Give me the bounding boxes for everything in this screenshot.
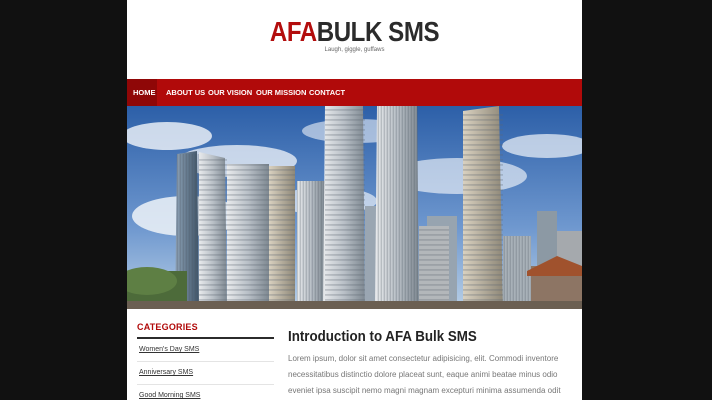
category-label: Anniversary SMS	[139, 369, 194, 376]
main-content: Introduction to AFA Bulk SMS Lorem ipsum…	[288, 327, 572, 399]
site-tagline: Laugh, giggle, guffaws	[324, 47, 385, 53]
main-navigation: HOME ABOUT US OUR VISION OUR MISSION CON…	[127, 79, 582, 106]
category-link-good-morning[interactable]: Good Morning SMS	[137, 385, 274, 400]
nav-contact[interactable]: CONTACT	[303, 79, 351, 106]
category-label: Good Morning SMS	[139, 392, 201, 399]
skyline-illustration	[127, 106, 582, 309]
article-title: Introduction to AFA Bulk SMS	[288, 329, 477, 345]
logo-text: BULK SMS	[316, 16, 440, 47]
category-link-anniversary[interactable]: Anniversary SMS	[137, 362, 274, 385]
categories-sidebar: CATEGORIES Women's Day SMS Anniversary S…	[137, 320, 274, 400]
site-header: AFABULK SMS Laugh, giggle, guffaws	[127, 0, 582, 79]
category-label: Women's Day SMS	[139, 346, 200, 353]
category-link-womens-day[interactable]: Women's Day SMS	[137, 339, 274, 362]
logo-accent: AFA	[269, 16, 317, 47]
article-body: Lorem ipsum, dolor sit amet consectetur …	[288, 354, 561, 395]
sidebar-title: CATEGORIES	[137, 320, 274, 339]
nav-home[interactable]: HOME	[127, 79, 157, 106]
page-container: AFABULK SMS Laugh, giggle, guffaws HOME …	[127, 0, 582, 400]
site-logo[interactable]: AFABULK SMS	[159, 16, 550, 48]
hero-banner-image	[127, 106, 582, 309]
